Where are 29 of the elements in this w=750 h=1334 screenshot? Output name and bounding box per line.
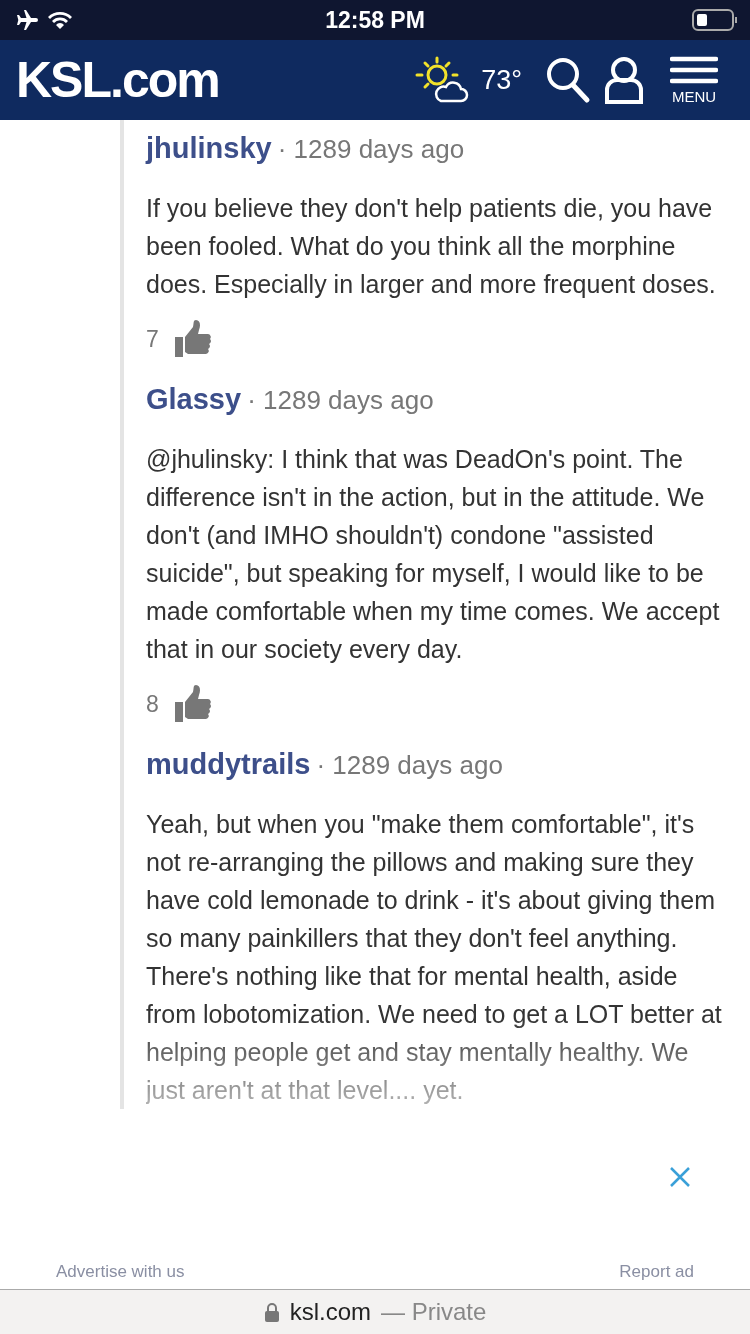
battery-icon xyxy=(692,8,738,32)
comment-text: Yeah, but when you "make them comfortable", it's not re-arranging the pillows and making sure they have cold lemonade to drink - it's about giving them so many painkillers that they don't feel anything. There's nothing like that for mental health, aside from lobotomization. We need to get a LOT better at helping people get and stay mentally healthy. We just aren't at that level.... yet. xyxy=(146,809,723,1106)
lock-icon xyxy=(263,1302,280,1322)
comment-text: If you believe they don't help patients die, you have been fooled. What do you think all the morphine does. Especially in larger and more frequent doses. xyxy=(146,193,717,300)
partly-cloudy-icon xyxy=(413,55,470,105)
address-bar[interactable]: ksl.com — Private xyxy=(0,1289,750,1334)
domain-text: ksl.com xyxy=(289,1298,371,1326)
user-icon[interactable] xyxy=(604,56,644,104)
clock-time: 12:58 PM xyxy=(324,6,426,34)
comment-author[interactable]: Glassy xyxy=(146,383,242,416)
thumbs-up-icon[interactable] xyxy=(172,684,213,724)
comment-text: @jhulinsky: I think that was DeadOn's point. The difference isn't in the action, but in the attitude. We don't (and IMHO shouldn't) condone "assisted suicide", but speaking for myself, I would like to be made comfortable when my time comes. We accept that in our society every day. xyxy=(146,444,721,665)
comment-age: · 1289 days ago xyxy=(247,385,434,416)
temperature[interactable]: 73° xyxy=(481,64,522,96)
thumbs-up-icon[interactable] xyxy=(172,319,213,359)
private-label: — Private xyxy=(381,1298,487,1326)
airplane-icon xyxy=(14,10,38,30)
comment-author[interactable]: jhulinsky xyxy=(146,132,272,165)
like-count: 7 xyxy=(146,325,159,353)
site-logo[interactable]: KSL.com xyxy=(16,51,219,109)
wifi-icon xyxy=(46,10,74,30)
comment-author[interactable]: muddytrails xyxy=(146,748,311,781)
menu-icon xyxy=(670,55,718,86)
comment-age: · 1289 days ago xyxy=(277,134,465,165)
search-icon[interactable] xyxy=(544,55,592,105)
like-count: 8 xyxy=(146,690,159,718)
close-icon[interactable] xyxy=(668,1165,692,1189)
menu-button[interactable]: MENU xyxy=(670,55,718,105)
comment-age: · 1289 days ago xyxy=(316,750,503,781)
